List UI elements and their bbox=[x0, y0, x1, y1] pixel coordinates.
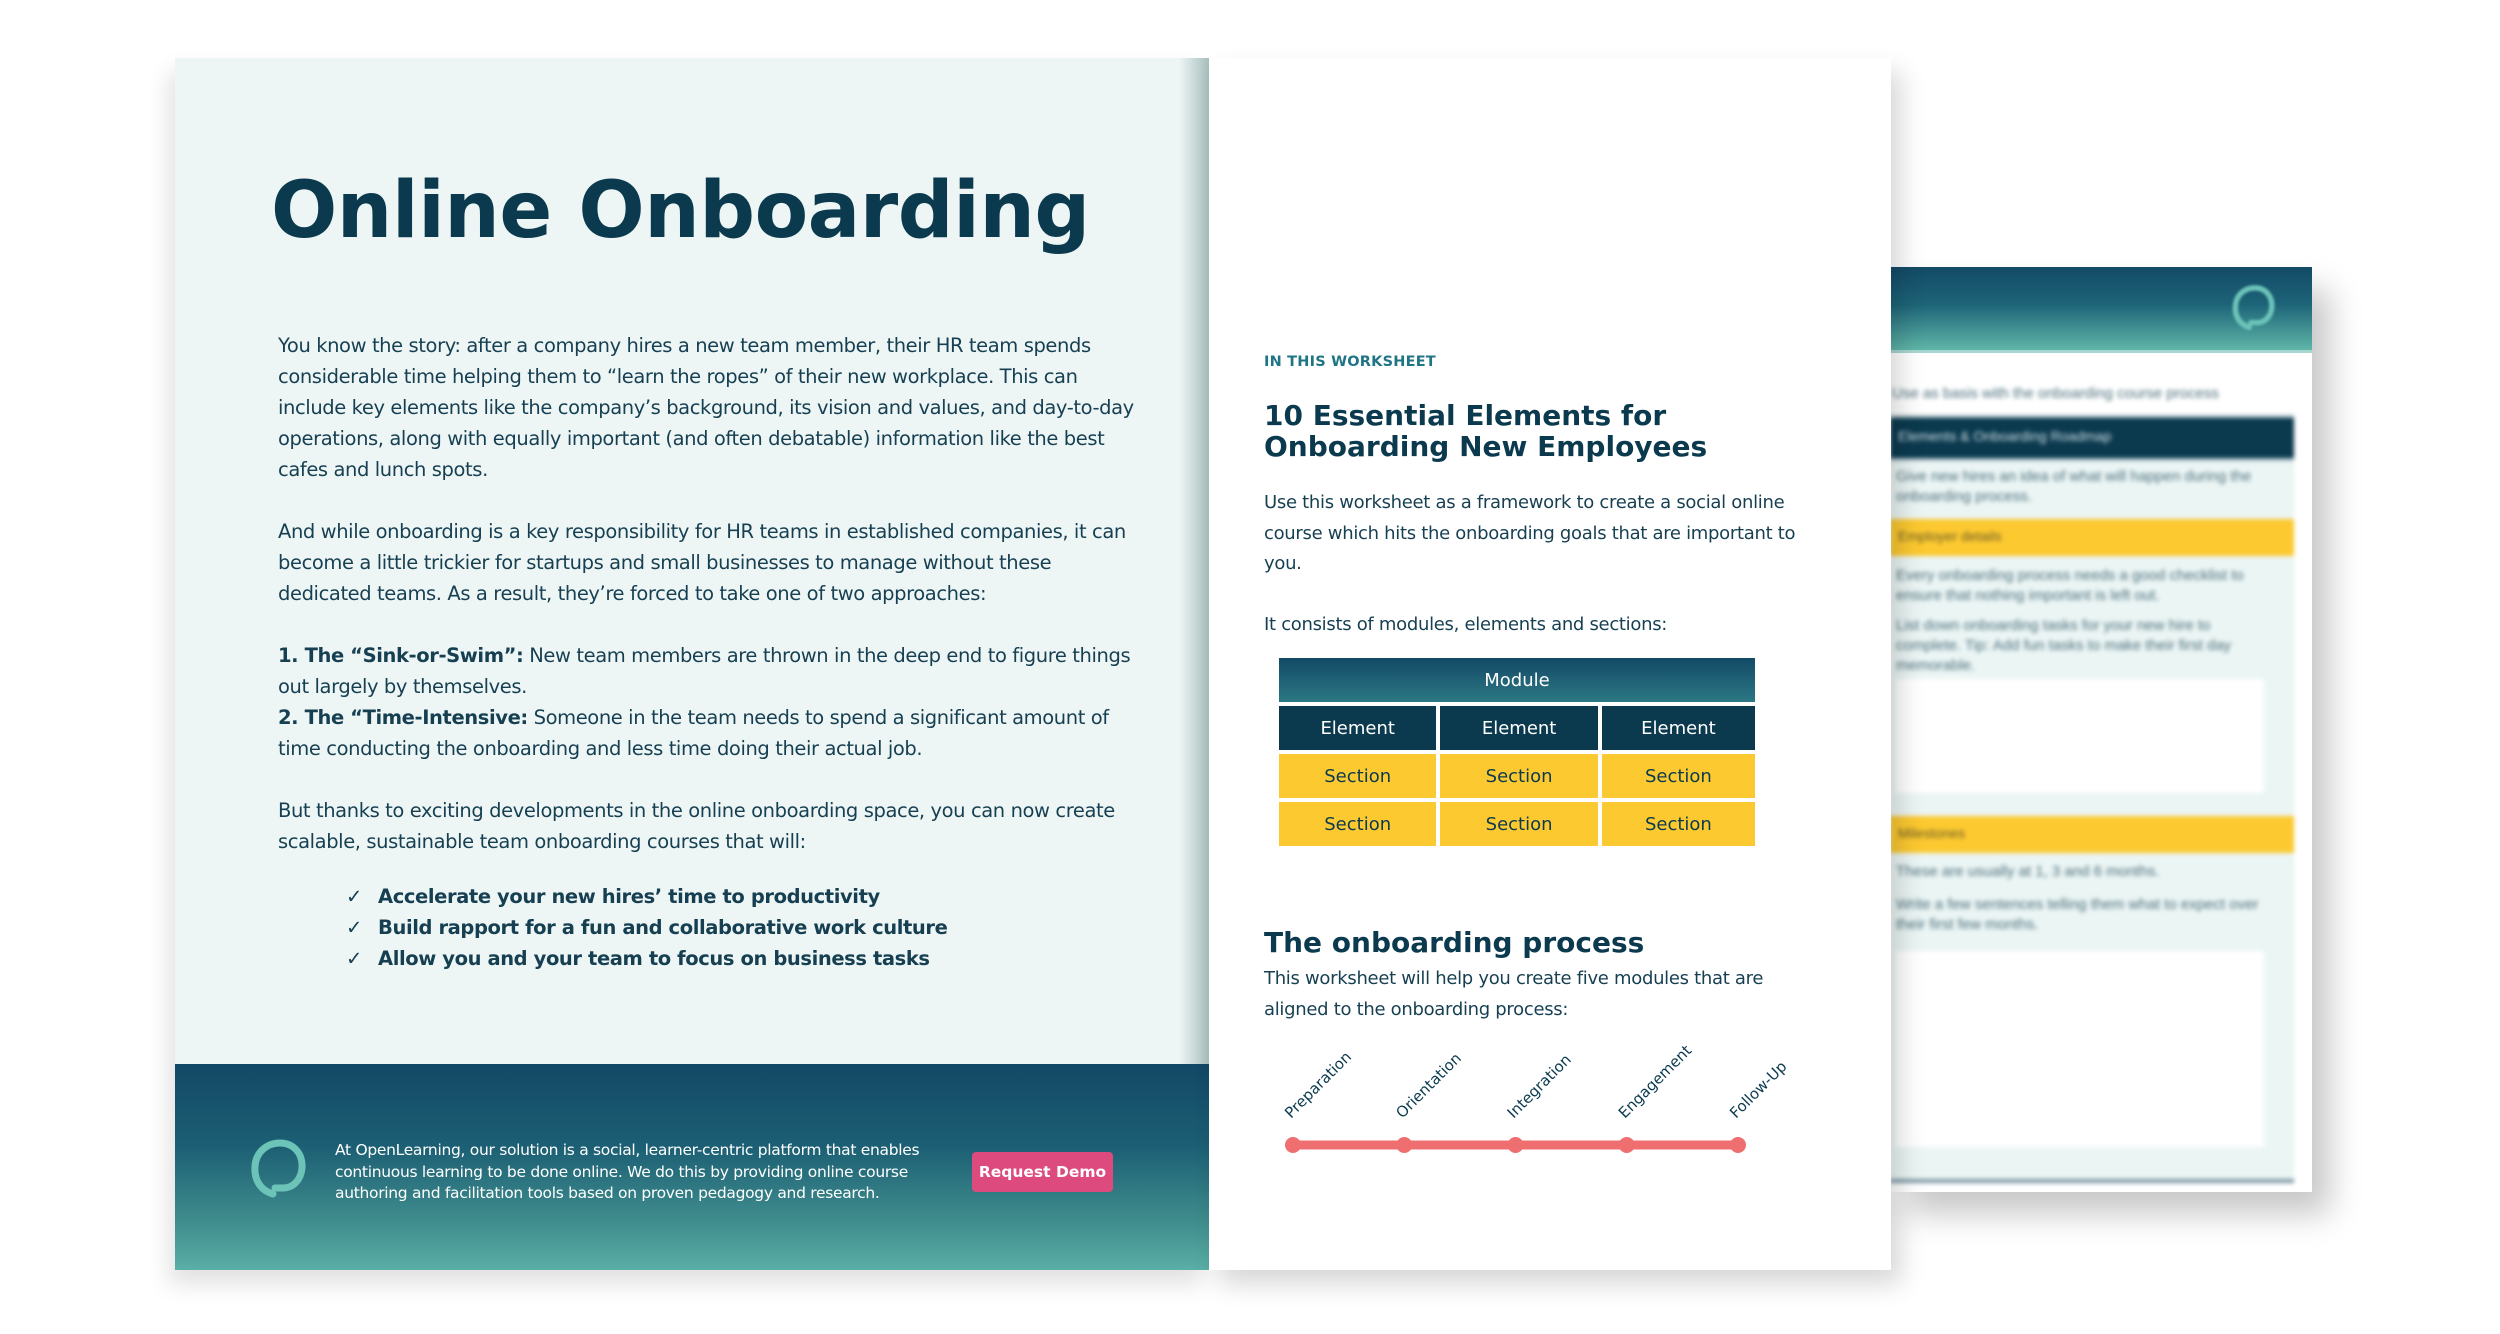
worksheet-heading: 10 Essential Elements for Onboarding New… bbox=[1264, 399, 1708, 463]
worksheet-intro: Use this worksheet as a framework to cre… bbox=[1264, 492, 1796, 574]
section-cell: Section bbox=[1279, 754, 1441, 802]
worksheet-block: Give new hires an idea of what will happ… bbox=[1890, 461, 2294, 519]
benefit-item: ✓ Allow you and your team to focus on bus… bbox=[346, 943, 1138, 974]
timeline-step-label: Integration bbox=[1504, 1051, 1575, 1122]
element-cell: Element bbox=[1601, 706, 1755, 754]
timeline-dot bbox=[1396, 1137, 1413, 1153]
worksheet-section-band: Elements & Onboarding Roadmap bbox=[1890, 415, 2294, 461]
section-kicker: IN THIS WORKSHEET bbox=[1264, 354, 1436, 370]
worksheet-header-band bbox=[1890, 267, 2312, 353]
element-cell: Element bbox=[1279, 706, 1441, 754]
module-row: Module bbox=[1279, 658, 1755, 706]
approach-1-label: 1. The “Sink-or-Swim”: bbox=[278, 644, 524, 667]
context-paragraph: And while onboarding is a key responsibi… bbox=[278, 520, 1126, 605]
solution-paragraph: But thanks to exciting developments in t… bbox=[278, 799, 1115, 853]
section-row: Section Section Section bbox=[1279, 754, 1755, 802]
worksheet-block: Every onboarding process needs a good ch… bbox=[1890, 556, 2294, 816]
timeline-step-label: Follow-Up bbox=[1726, 1058, 1790, 1122]
openlearning-logo-icon bbox=[2232, 285, 2275, 331]
section-cell: Section bbox=[1440, 802, 1602, 850]
page-title: Online Onboarding bbox=[271, 166, 1090, 256]
timeline-step-label: Orientation bbox=[1392, 1049, 1465, 1122]
worksheet-yellow-band: Employer details bbox=[1890, 519, 2294, 556]
check-icon: ✓ bbox=[346, 885, 362, 908]
timeline-step-label: Engagement bbox=[1615, 1041, 1695, 1121]
benefits-list: ✓ Accelerate your new hires’ time to prod… bbox=[278, 881, 1138, 974]
footer-description: At OpenLearning, our solution is a socia… bbox=[335, 1141, 920, 1202]
module-cell: Module bbox=[1279, 658, 1755, 706]
worksheet-intro-line: Use as basis with the onboarding course … bbox=[1892, 385, 2219, 402]
approaches-list: 1. The “Sink-or-Swim”: New team members … bbox=[278, 640, 1138, 764]
section-cell: Section bbox=[1601, 802, 1755, 850]
check-icon: ✓ bbox=[346, 916, 362, 939]
benefit-item: ✓ Accelerate your new hires’ time to prod… bbox=[346, 881, 1138, 912]
request-demo-button[interactable]: Request Demo bbox=[972, 1152, 1113, 1192]
timeline-dot bbox=[1507, 1137, 1524, 1153]
worksheet-bottom-rule bbox=[1890, 1179, 2294, 1183]
timeline-step-label: Preparation bbox=[1281, 1048, 1355, 1122]
timeline-dot bbox=[1730, 1137, 1746, 1153]
brand-name: OpenLearning bbox=[355, 1141, 461, 1159]
worksheet-block: These are usually at 1, 3 and 6 months. … bbox=[1890, 853, 2294, 1179]
timeline-dot bbox=[1618, 1137, 1635, 1153]
approach-2-label: 2. The “Time-Intensive: bbox=[278, 706, 528, 729]
process-heading: The onboarding process bbox=[1264, 926, 1645, 959]
intro-paragraph: You know the story: after a company hire… bbox=[278, 334, 1134, 481]
structure-table: Module Element Element Element Section S… bbox=[1279, 658, 1755, 850]
worksheet-page-background: Use as basis with the onboarding course … bbox=[1890, 267, 2312, 1192]
element-row: Element Element Element bbox=[1279, 706, 1755, 754]
worksheet-structure-text: It consists of modules, elements and sec… bbox=[1264, 614, 1668, 635]
section-cell: Section bbox=[1601, 754, 1755, 802]
element-cell: Element bbox=[1440, 706, 1602, 754]
worksheet-answer-box bbox=[1895, 679, 2264, 793]
timeline-dot bbox=[1285, 1137, 1301, 1153]
check-icon: ✓ bbox=[346, 947, 362, 970]
openlearning-logo-icon bbox=[251, 1139, 306, 1198]
section-cell: Section bbox=[1440, 754, 1602, 802]
section-cell: Section bbox=[1279, 802, 1441, 850]
promo-footer: At OpenLearning, our solution is a socia… bbox=[175, 1064, 1209, 1270]
body-text: You know the story: after a company hire… bbox=[278, 330, 1138, 974]
process-description: This worksheet will help you create five… bbox=[1264, 968, 1764, 1020]
ebook-page-left: Online Onboarding You know the story: af… bbox=[175, 58, 1209, 1270]
section-row: Section Section Section bbox=[1279, 802, 1755, 850]
worksheet-answer-box bbox=[1895, 951, 2264, 1147]
benefit-item: ✓ Build rapport for a fun and collaborati… bbox=[346, 912, 1138, 943]
worksheet-page: IN THIS WORKSHEET 10 Essential Elements … bbox=[1209, 58, 1891, 1270]
worksheet-yellow-band: Milestones bbox=[1890, 816, 2294, 853]
